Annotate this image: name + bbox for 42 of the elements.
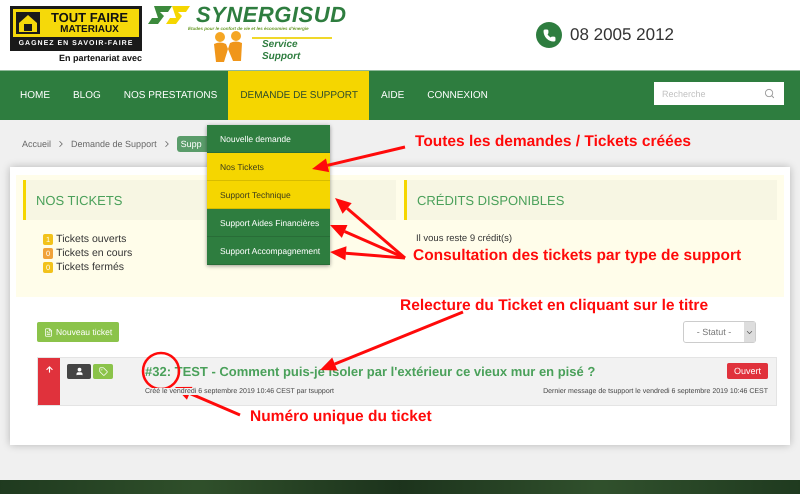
status-select[interactable]: - Statut - (683, 321, 756, 343)
menu-item[interactable]: Nos Tickets (207, 153, 330, 181)
partner-caption: En partenariat avec (58, 53, 142, 63)
search-field[interactable]: Recherche (654, 82, 784, 105)
nav-item[interactable]: HOME (8, 71, 61, 120)
annotation-text: Consultation des tickets par type de support (413, 247, 742, 265)
tag-icon (98, 367, 108, 376)
nav-item[interactable]: DEMANDE DE SUPPORT (228, 71, 369, 120)
nav-item[interactable]: NOS PRESTATIONS (112, 71, 228, 120)
menu-item[interactable]: Support Aides Financières (207, 209, 330, 237)
arrow-up-icon (44, 365, 54, 374)
menu-item[interactable]: Support Technique (207, 181, 330, 209)
breadcrumb-link[interactable]: Accueil (22, 138, 52, 148)
service-label: Support (262, 51, 302, 63)
count-label: Tickets en cours (56, 247, 132, 259)
logo-text: MATERIAUX (60, 24, 119, 35)
house-icon (16, 12, 40, 34)
annotation-text: Toutes les demandes / Tickets créées (415, 133, 691, 151)
count-label: Tickets ouverts (56, 233, 126, 245)
phone-icon (536, 22, 562, 48)
status-badge: Ouvert (726, 363, 768, 379)
service-label: Service (262, 39, 299, 51)
menu-item[interactable]: Nouvelle demande (207, 125, 330, 153)
brand-name: SYNERGISUD (196, 4, 346, 26)
credits-text: Il vous reste 9 crédit(s) (416, 233, 514, 244)
panel-heading: CRÉDITS DISPONIBLES (404, 180, 777, 220)
user-icon (74, 367, 84, 376)
document-icon (44, 328, 53, 336)
search-icon[interactable] (764, 88, 775, 99)
logo-text: TOUT FAIRE (50, 11, 128, 24)
user-button[interactable] (67, 364, 91, 379)
annotation-text: Numéro unique du ticket (250, 408, 432, 426)
nav-item[interactable]: CONNEXION (415, 71, 499, 120)
brand-mark-icon (148, 4, 192, 26)
annotation-text: Relecture du Ticket en cliquant sur le titre (400, 297, 708, 315)
menu-item[interactable]: Support Accompagnement (207, 237, 330, 265)
breadcrumb-current: Supp (176, 136, 210, 152)
nav-item[interactable]: AIDE (368, 71, 416, 120)
nav-item[interactable]: BLOG (61, 71, 112, 120)
breadcrumb-link[interactable]: Demande de Support (71, 138, 157, 148)
phone-number: 08 2005 2012 (570, 25, 674, 45)
count-label: Tickets fermés (56, 261, 124, 273)
